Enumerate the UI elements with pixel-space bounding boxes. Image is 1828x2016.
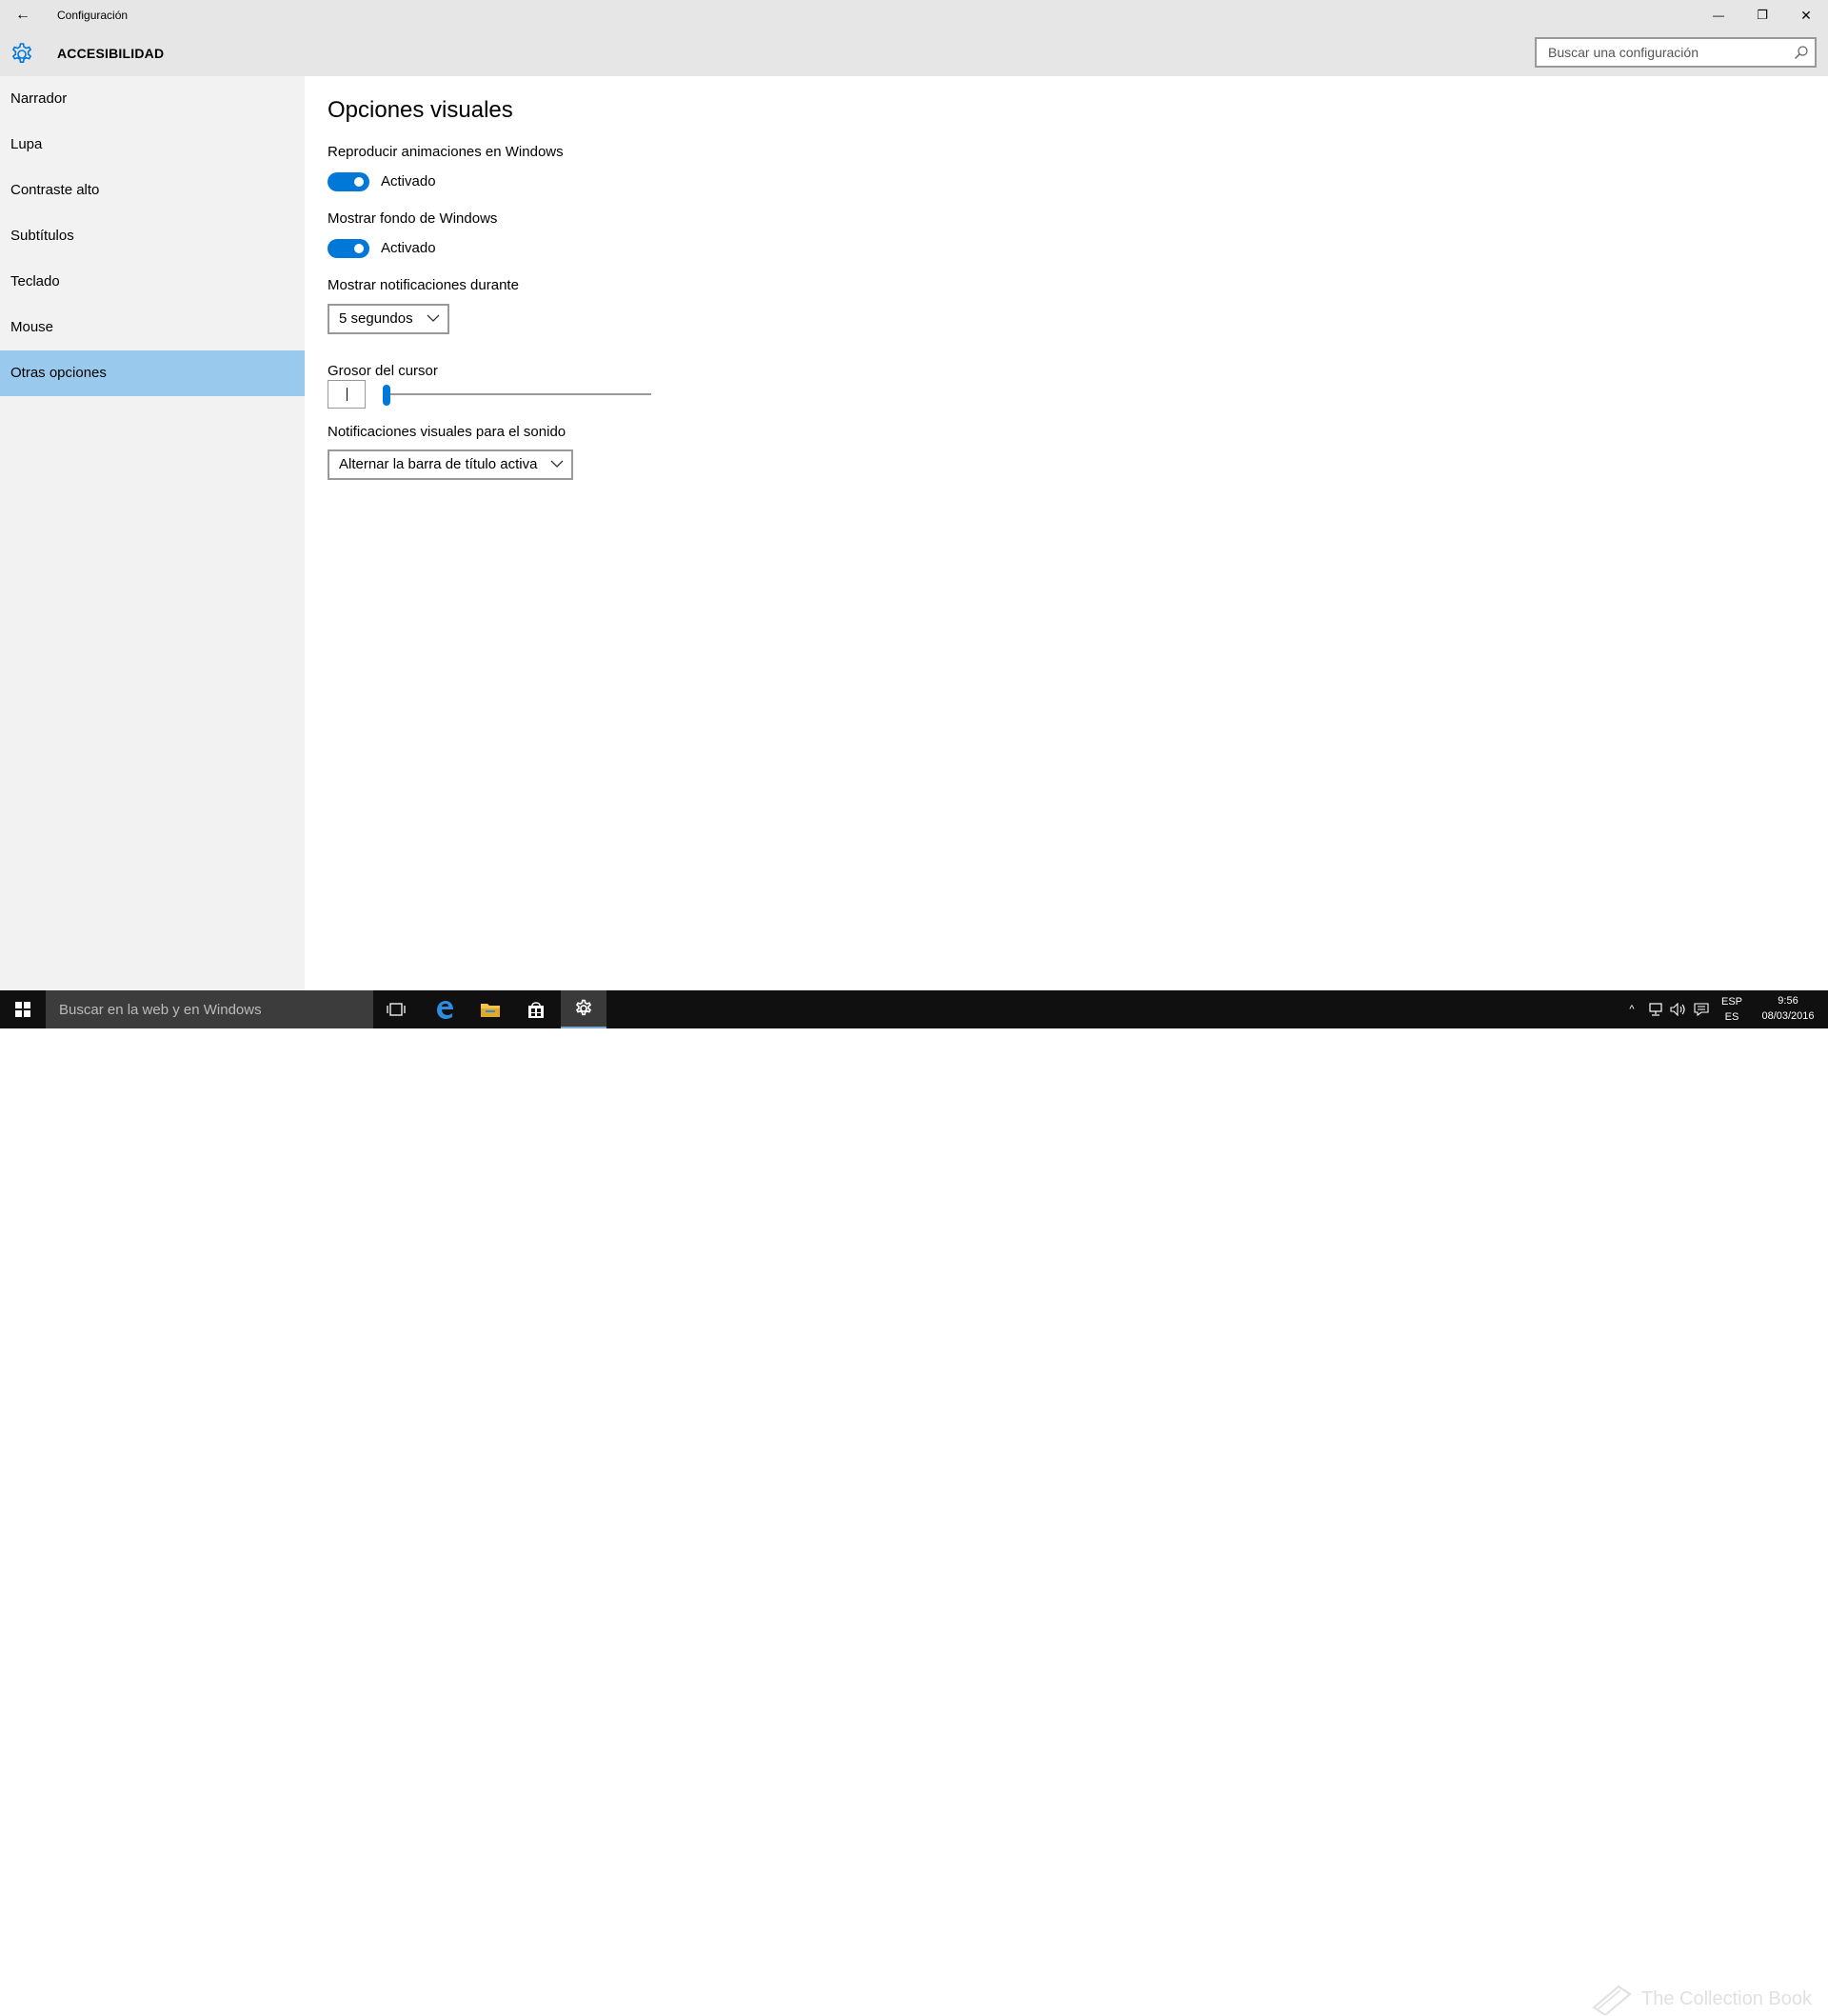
show-hidden-icons-button[interactable]: ^ bbox=[1622, 990, 1641, 1028]
watermark-text: The Collection Book bbox=[1641, 1987, 1812, 2009]
main-content: Opciones visuales Reproducir animaciones… bbox=[305, 76, 1828, 990]
slider-track bbox=[383, 393, 651, 395]
settings-taskbar-button[interactable] bbox=[561, 990, 606, 1028]
taskbar-search-input[interactable] bbox=[57, 990, 362, 1028]
clock[interactable]: 9:56 08/03/2016 bbox=[1750, 993, 1826, 1028]
animations-toggle[interactable] bbox=[328, 172, 369, 191]
chevron-down-icon bbox=[427, 314, 440, 322]
text-cursor-caret bbox=[347, 388, 348, 401]
dropdown-value: 5 segundos bbox=[339, 310, 413, 327]
sidebar-item-mouse[interactable]: Mouse bbox=[0, 305, 305, 350]
sidebar-item-subtitulos[interactable]: Subtítulos bbox=[0, 213, 305, 259]
book-logo-icon bbox=[1592, 1985, 1632, 2015]
clock-time: 9:56 bbox=[1778, 995, 1798, 1007]
sidebar-item-narrador[interactable]: Narrador bbox=[0, 76, 305, 122]
network-button[interactable] bbox=[1645, 990, 1666, 1028]
task-view-button[interactable] bbox=[373, 990, 419, 1028]
volume-icon bbox=[1670, 1003, 1685, 1016]
file-explorer-icon bbox=[481, 1004, 500, 1017]
notifications-duration-label: Mostrar notificaciones durante bbox=[328, 277, 519, 293]
dropdown-value: Alternar la barra de título activa bbox=[339, 456, 538, 472]
maximize-button[interactable]: ❐ bbox=[1740, 0, 1784, 30]
clock-date: 08/03/2016 bbox=[1761, 1010, 1815, 1022]
window-title: Configuración bbox=[57, 9, 129, 22]
settings-icon bbox=[575, 999, 592, 1016]
language-indicator[interactable]: ESP ES bbox=[1716, 994, 1748, 1027]
taskbar-search-box[interactable] bbox=[46, 990, 373, 1028]
notifications-duration-dropdown[interactable]: 5 segundos bbox=[328, 304, 449, 334]
background-label: Mostrar fondo de Windows bbox=[328, 210, 498, 227]
action-center-button[interactable] bbox=[1691, 990, 1712, 1028]
minimize-button[interactable]: — bbox=[1697, 0, 1740, 30]
chevron-down-icon bbox=[550, 460, 564, 468]
edge-icon bbox=[437, 1001, 453, 1019]
minimize-icon: — bbox=[1713, 9, 1724, 22]
cursor-thickness-slider[interactable] bbox=[383, 380, 651, 409]
animations-toggle-state: Activado bbox=[381, 173, 436, 190]
notifications-icon bbox=[1694, 1003, 1709, 1016]
gear-icon bbox=[11, 43, 32, 63]
task-view-icon bbox=[387, 1003, 406, 1016]
page-title: Opciones visuales bbox=[328, 97, 513, 123]
cursor-thickness-label: Grosor del cursor bbox=[328, 363, 438, 379]
windows-logo-icon bbox=[15, 1002, 30, 1017]
cursor-preview bbox=[328, 380, 366, 409]
network-icon bbox=[1649, 1003, 1662, 1016]
back-arrow-icon[interactable]: ← bbox=[10, 4, 36, 27]
close-icon: ✕ bbox=[1800, 7, 1812, 23]
chevron-up-icon: ^ bbox=[1629, 1004, 1635, 1015]
background-toggle[interactable] bbox=[328, 239, 369, 258]
store-icon bbox=[528, 1002, 544, 1018]
watermark: The Collection Book bbox=[1590, 1982, 1812, 2016]
animations-label: Reproducir animaciones en Windows bbox=[328, 144, 564, 160]
slider-thumb[interactable] bbox=[383, 385, 390, 406]
start-button[interactable] bbox=[0, 990, 46, 1028]
taskbar: The Collection Book ^ ESP ES 9:56 08/03/… bbox=[0, 990, 1828, 2015]
edge-button[interactable] bbox=[422, 990, 467, 1028]
sidebar-item-otras-opciones[interactable]: Otras opciones bbox=[0, 350, 305, 396]
sound-notifications-label: Notificaciones visuales para el sonido bbox=[328, 424, 566, 440]
toggle-knob bbox=[354, 177, 364, 187]
language-code: ESP bbox=[1720, 996, 1742, 1008]
title-bar: ← Configuración — ❐ ✕ bbox=[0, 0, 1828, 30]
sound-notifications-dropdown[interactable]: Alternar la barra de título activa bbox=[328, 449, 574, 480]
volume-button[interactable] bbox=[1668, 990, 1689, 1028]
settings-search-box[interactable] bbox=[1535, 37, 1817, 68]
search-icon[interactable] bbox=[1794, 45, 1809, 60]
sidebar-item-lupa[interactable]: Lupa bbox=[0, 122, 305, 168]
file-explorer-button[interactable] bbox=[467, 990, 513, 1028]
store-button[interactable] bbox=[513, 990, 559, 1028]
section-title: ACCESIBILIDAD bbox=[57, 46, 165, 61]
settings-search-input[interactable] bbox=[1546, 39, 1784, 66]
restore-icon: ❐ bbox=[1757, 8, 1768, 22]
sidebar-item-teclado[interactable]: Teclado bbox=[0, 259, 305, 305]
close-button[interactable]: ✕ bbox=[1784, 0, 1828, 30]
sidebar: Narrador Lupa Contraste alto Subtítulos … bbox=[0, 76, 305, 990]
keyboard-layout: ES bbox=[1724, 1011, 1739, 1023]
background-toggle-state: Activado bbox=[381, 240, 436, 256]
toggle-knob bbox=[354, 244, 364, 253]
sidebar-item-contraste-alto[interactable]: Contraste alto bbox=[0, 168, 305, 213]
settings-header: ACCESIBILIDAD bbox=[0, 30, 1828, 76]
